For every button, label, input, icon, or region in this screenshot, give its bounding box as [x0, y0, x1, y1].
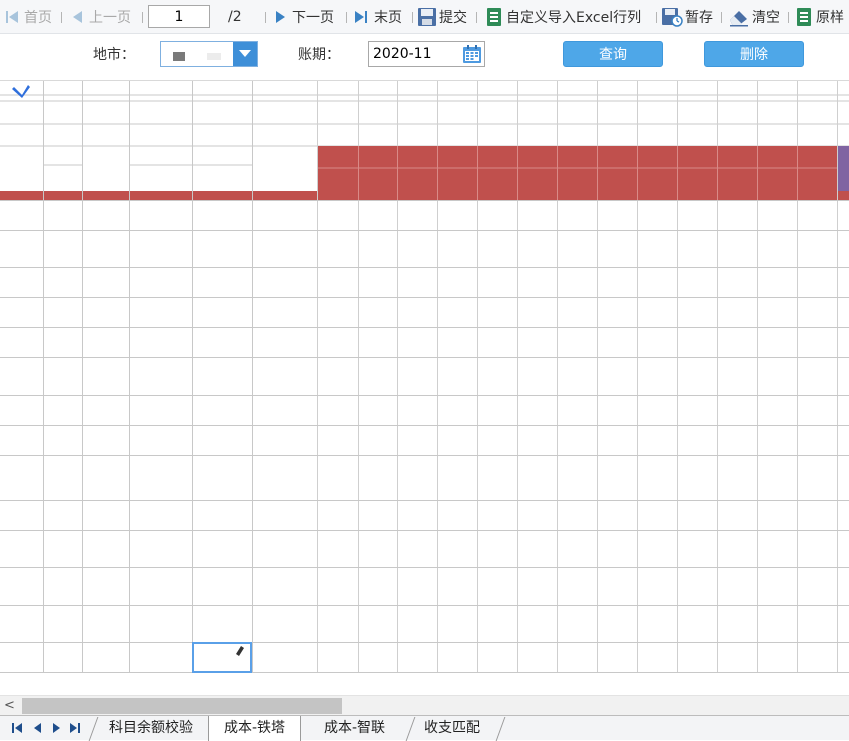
first-page-label: 首页 — [24, 10, 52, 26]
period-value: 2020-11 — [373, 46, 432, 62]
page-number-input[interactable] — [148, 5, 210, 28]
prev-sheet-icon[interactable] — [32, 722, 44, 734]
edit-pencil-icon — [236, 646, 244, 656]
header-strip — [0, 191, 849, 200]
draft-label: 暂存 — [685, 10, 713, 26]
next-page-button[interactable]: 下一页 — [272, 0, 334, 34]
tab-subject-balance[interactable]: 科目余额校验 — [103, 716, 199, 741]
clear-label: 清空 — [752, 10, 780, 26]
submit-button[interactable]: 提交 — [417, 0, 467, 34]
city-value-redacted — [173, 52, 185, 61]
toolbar: 首页 上一页 /2 下一页 末页 提交 自 — [0, 0, 849, 34]
excel-icon — [487, 8, 501, 26]
draft-button[interactable]: 暂存 — [661, 0, 713, 34]
grid-canvas[interactable] — [0, 81, 849, 695]
query-button[interactable]: 查询 — [563, 41, 663, 67]
first-sheet-icon[interactable] — [10, 722, 24, 734]
first-page-button[interactable]: 首页 — [2, 0, 52, 34]
clear-button[interactable]: 清空 — [728, 0, 780, 34]
city-label: 地市： — [93, 47, 135, 63]
eraser-icon — [730, 11, 748, 27]
last-page-icon — [355, 11, 367, 23]
dropdown-button[interactable] — [233, 42, 257, 66]
prev-page-button[interactable]: 上一页 — [69, 0, 131, 34]
chevron-down-icon — [239, 50, 251, 57]
submit-label: 提交 — [439, 10, 467, 26]
next-page-label: 下一页 — [292, 10, 334, 26]
first-page-icon — [6, 11, 18, 23]
prev-page-label: 上一页 — [89, 10, 131, 26]
import-excel-button[interactable]: 自定义导入Excel行列 — [484, 0, 641, 34]
scroll-left-arrow-icon[interactable]: < — [4, 698, 15, 713]
horizontal-scrollbar[interactable]: < — [0, 695, 849, 715]
last-page-label: 末页 — [374, 10, 402, 26]
document-icon — [797, 8, 811, 26]
tab-cost-zhilian[interactable]: 成本-智联 — [318, 716, 391, 741]
select-all-corner-icon[interactable] — [12, 85, 30, 98]
draft-save-icon — [662, 8, 683, 27]
next-sheet-icon[interactable] — [50, 722, 62, 734]
period-label: 账期： — [298, 47, 340, 63]
last-sheet-icon[interactable] — [68, 722, 82, 734]
period-field[interactable]: 2020-11 — [368, 41, 485, 67]
report-grid[interactable] — [0, 81, 849, 695]
header-cell-purple — [837, 146, 849, 191]
next-page-icon — [276, 11, 285, 23]
sheet-tab-bar: 科目余额校验 成本-铁塔 成本-智联 收支匹配 — [0, 715, 849, 741]
save-disk-icon — [418, 8, 436, 26]
import-excel-label: 自定义导入Excel行列 — [506, 10, 642, 26]
page-total: /2 — [228, 9, 242, 25]
city-select[interactable] — [160, 41, 258, 67]
original-label: 原样 — [816, 10, 844, 26]
tab-income-match[interactable]: 收支匹配 — [418, 716, 486, 741]
tab-cost-tower[interactable]: 成本-铁塔 — [208, 716, 302, 741]
last-page-button[interactable]: 末页 — [352, 0, 402, 34]
prev-page-icon — [73, 11, 82, 23]
scroll-thumb[interactable] — [22, 698, 342, 714]
original-button[interactable]: 原样 — [794, 0, 844, 34]
calendar-icon[interactable] — [462, 44, 482, 68]
delete-button[interactable]: 删除 — [704, 41, 804, 67]
